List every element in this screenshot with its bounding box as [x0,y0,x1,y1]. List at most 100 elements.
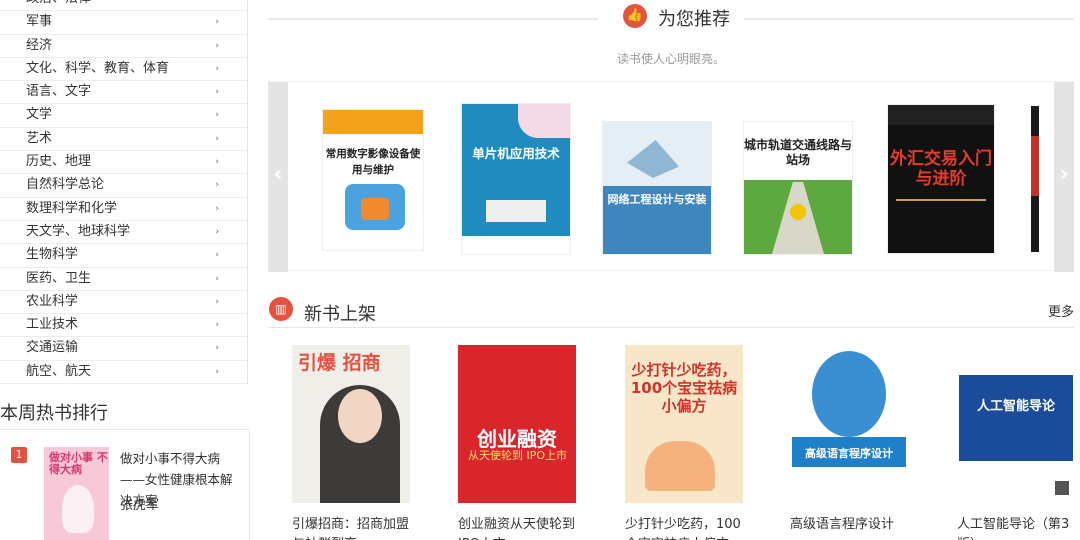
new-book-title-link[interactable]: 人工智能导论（第3版） [957,515,1080,540]
category-item[interactable]: 工业技术 › [0,314,247,338]
chevron-right-icon: › [215,0,219,10]
category-item[interactable]: 天文学、地球科学 › [0,220,247,245]
book-cover-subtitle: 从天使轮到 IPO上市 [468,449,568,462]
chevron-right-icon: › [215,273,219,284]
recommend-book-cover[interactable]: 单片机应用技术 [462,104,570,254]
bookshelf-icon: ▥ [269,297,293,321]
category-label: 天文学、地球科学 [26,223,131,239]
chevron-right-icon: › [215,180,219,191]
cover-illustration [361,198,389,220]
more-link[interactable]: 更多 [1048,301,1074,320]
recommend-title: 为您推荐 [658,9,730,30]
recommend-book-cover[interactable]: 网络工程设计与安装 [603,122,711,254]
new-book-cover[interactable]: 高级语言程序设计 [790,345,908,503]
divider-line [268,327,1074,328]
chevron-right-icon: › [215,63,219,74]
chevron-right-icon: › [215,226,219,237]
rank-book-cover[interactable]: 做对小事 不得大病 [44,447,109,540]
category-label: 工业技术 [26,317,79,333]
new-book-title-link[interactable]: 高级语言程序设计 [790,515,915,535]
category-label: 政治、法律 [26,0,91,6]
category-item[interactable]: 经济 › [0,34,247,58]
cover-decoration [888,105,994,125]
recommend-header: 👍 为您推荐 [268,4,1074,34]
recommend-carousel: ‹ 常用数字影像设备使用与维护 单片机应用技术 网络工程设计与安装 城市轨道交通… [268,81,1074,272]
chevron-right-icon: › [215,343,219,354]
recommend-book-cover[interactable]: 常用数字影像设备使用与维护 [323,110,423,250]
weekly-rank-title: 本周热书排行 [0,403,108,424]
new-book-cover[interactable]: 少打针少吃药，100个宝宝祛病小偏方 [625,345,743,503]
category-item[interactable]: 农业科学 › [0,290,247,315]
new-book-cover[interactable]: 引爆 招商 [292,345,410,503]
category-item[interactable]: 数理科学和化学 › [0,197,247,221]
cover-illustration [486,200,546,222]
chevron-right-icon: › [215,296,219,307]
book-cover-title: 常用数字影像设备使用与维护 [325,148,421,176]
new-book-cover[interactable]: 创业融资 从天使轮到 IPO上市 [458,345,576,503]
category-label: 经济 [26,37,53,53]
category-item[interactable]: 政治、法律 › [0,0,247,12]
chevron-right-icon: › [215,320,219,331]
cover-illustration [645,441,715,491]
book-cover-title: 网络工程设计与安装 [607,193,707,206]
category-item[interactable]: 医药、卫生 › [0,267,247,291]
category-item[interactable]: 历史、地理 › [0,151,247,175]
cover-decoration [1031,136,1039,196]
book-cover-title: 单片机应用技术 [472,146,560,161]
category-label: 医药、卫生 [26,270,92,286]
carousel-next-button[interactable]: › [1054,82,1074,272]
cover-illustration [338,389,382,443]
new-book-cover[interactable]: 人工智能导论 [957,345,1075,503]
qr-code-icon [1055,481,1069,495]
recommend-subtitle: 读书使人心明眼亮。 [616,52,725,66]
book-cover-title: 高级语言程序设计 [805,447,893,460]
cover-decoration [896,199,986,201]
category-item[interactable]: 文化、科学、教育、体育 › [0,57,247,82]
category-item[interactable]: 交通运输 › [0,337,247,361]
thumbs-up-icon: 👍 [623,4,647,28]
recommend-book-cover-partial[interactable] [1031,106,1039,252]
category-label: 数理科学和化学 [26,200,118,216]
category-item[interactable]: 自然科学总论 › [0,174,247,198]
category-item[interactable]: 语言、文字 › [0,81,247,105]
recommend-book-cover[interactable]: 外汇交易入门与进阶 [888,105,994,253]
rank-book-cover-text: 做对小事 不得大病 [49,451,108,476]
book-cover-title: 引爆 招商 [298,352,381,374]
cover-decoration [323,110,423,134]
new-book-title-link[interactable]: 创业融资从天使轮到IPO上市 [458,515,583,540]
chevron-right-icon: › [215,110,219,121]
category-label: 农业科学 [26,293,79,309]
chevron-right-icon: › [215,17,219,28]
chevron-right-icon: › [215,203,219,214]
recommend-book-cover[interactable]: 城市轨道交通线路与站场 [744,122,852,254]
book-cover-title: 创业融资 [477,427,557,451]
book-cover-title: 城市轨道交通线路与站场 [744,138,852,167]
chevron-right-icon: › [215,133,219,144]
category-item[interactable]: 文学 › [0,104,247,128]
cover-illustration [812,351,886,437]
divider-line [744,18,1074,20]
book-cover-title: 人工智能导论 [976,399,1055,414]
category-item[interactable]: 艺术 › [0,127,247,152]
category-label: 艺术 [26,130,53,146]
chevron-right-icon: › [215,87,219,98]
chevron-right-icon: › [215,40,219,51]
category-label: 交通运输 [26,340,79,356]
new-book-title-link[interactable]: 引爆招商：招商加盟与社群裂变 [292,515,417,540]
cover-decoration [959,375,1073,461]
carousel-prev-button[interactable]: ‹ [268,82,288,272]
rank-book-author: 张虎军 [120,498,160,513]
new-book-title-link[interactable]: 少打针少吃药，100个宝宝祛病小偏方 [625,515,750,540]
category-label: 航空、航天 [26,363,92,379]
new-books-title: 新书上架 [304,304,376,325]
book-cover-title: 外汇交易入门与进阶 [890,149,992,189]
category-label: 历史、地理 [26,154,92,170]
chevron-right-icon: › [215,250,219,261]
cover-illustration [790,204,806,220]
category-item[interactable]: 生物科学 › [0,244,247,268]
category-item[interactable]: 军事 › [0,11,247,35]
cover-illustration [62,485,94,533]
category-item[interactable]: 航空、航天 › [0,360,247,385]
cover-decoration [462,236,570,254]
category-label: 文学 [26,107,53,123]
